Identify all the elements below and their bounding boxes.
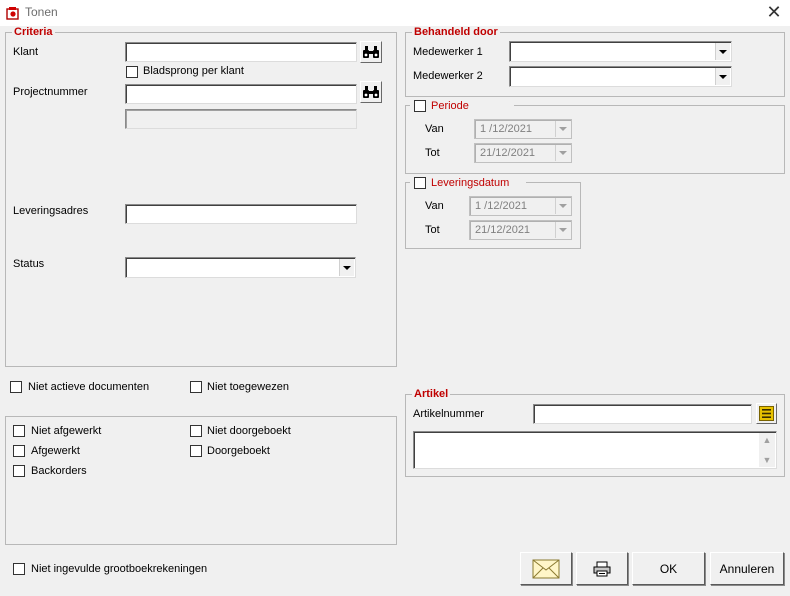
leveringsdatum-van-date: 1 /12/2021 [469,196,572,216]
projectnummer-input[interactable] [125,84,357,104]
leveringsdatum-van-label: Van [425,200,444,212]
artikel-lookup-button[interactable] [756,403,777,424]
medewerker1-label: Medewerker 1 [413,46,483,58]
leveringsdatum-checkbox[interactable] [414,177,426,189]
binoculars-icon [363,86,379,98]
artikelnummer-label: Artikelnummer [413,408,484,420]
bladsprong-label: Bladsprong per klant [143,65,244,77]
window-title: Tonen [25,5,58,19]
bladsprong-checkbox[interactable] [126,66,138,78]
niet-actieve-checkbox[interactable] [10,381,22,393]
chevron-down-icon[interactable] [715,43,730,60]
periode-tot-label: Tot [425,147,440,159]
scroll-down-icon[interactable]: ▼ [763,455,772,465]
chevron-down-icon [555,145,570,161]
status-select[interactable] [125,257,356,278]
criteria-legend: Criteria [14,26,53,38]
doorgeboekt-label: Doorgeboekt [207,445,270,457]
periode-checkbox[interactable] [414,100,426,112]
niet-ingevulde-label: Niet ingevulde grootboekrekeningen [31,563,208,575]
leveringsdatum-tot-date: 21/12/2021 [469,220,572,240]
afgewerkt-checkbox[interactable] [13,445,25,457]
leveringsdatum-van-value: 1 /12/2021 [475,200,527,212]
periode-legend: Periode [431,100,469,112]
niet-doorgeboekt-checkbox[interactable] [190,425,202,437]
artikel-description-area[interactable]: ▲ ▼ [413,431,777,469]
close-icon[interactable]: ✕ [764,2,784,23]
chevron-down-icon [555,222,570,238]
medewerker1-select[interactable] [509,41,732,62]
periode-van-label: Van [425,123,444,135]
artikel-legend: Artikel [414,388,449,400]
project-description-field [125,109,357,129]
mail-button[interactable] [520,552,572,585]
status-label: Status [13,258,45,270]
niet-actieve-label: Niet actieve documenten [28,381,150,393]
envelope-icon [532,559,560,578]
annuleren-button[interactable]: Annuleren [710,552,784,585]
niet-ingevulde-checkbox[interactable] [13,563,25,575]
klant-input[interactable] [125,42,357,62]
leveringsadres-label: Leveringsadres [13,205,89,217]
projectnummer-label: Projectnummer [13,86,88,98]
afgewerkt-label: Afgewerkt [31,445,80,457]
ok-button[interactable]: OK [632,552,705,585]
periode-van-date: 1 /12/2021 [474,119,572,139]
periode-tot-date: 21/12/2021 [474,143,572,163]
chevron-down-icon [555,121,570,137]
chevron-down-icon [555,198,570,214]
klant-label: Klant [13,46,39,58]
niet-afgewerkt-label: Niet afgewerkt [31,425,102,437]
klant-search-button[interactable] [360,41,382,63]
scroll-up-icon[interactable]: ▲ [763,435,772,445]
periode-tot-value: 21/12/2021 [480,147,536,159]
printer-icon [593,561,611,576]
medewerker2-select[interactable] [509,66,732,87]
behandeld-door-legend: Behandeld door [414,26,498,38]
scrollbar[interactable]: ▲ ▼ [759,433,775,467]
app-icon [6,6,20,20]
leveringsdatum-tot-value: 21/12/2021 [475,224,531,236]
leveringsdatum-tot-label: Tot [425,224,440,236]
chevron-down-icon[interactable] [339,259,354,276]
periode-van-value: 1 /12/2021 [480,123,532,135]
leveringsadres-input[interactable] [125,204,357,224]
backorders-label: Backorders [31,465,87,477]
medewerker2-label: Medewerker 2 [413,70,483,82]
print-button[interactable] [576,552,628,585]
criteria-group: Criteria [5,26,397,367]
doorgeboekt-checkbox[interactable] [190,445,202,457]
binoculars-icon [363,46,379,58]
backorders-checkbox[interactable] [13,465,25,477]
niet-doorgeboekt-label: Niet doorgeboekt [207,425,291,437]
niet-toegewezen-checkbox[interactable] [190,381,202,393]
projectnummer-search-button[interactable] [360,81,382,103]
niet-afgewerkt-checkbox[interactable] [13,425,25,437]
leveringsdatum-legend: Leveringsdatum [431,177,510,189]
title-bar [0,0,790,26]
chevron-down-icon[interactable] [715,68,730,85]
artikelnummer-input[interactable] [533,404,752,424]
list-lookup-icon [759,406,774,421]
niet-toegewezen-label: Niet toegewezen [207,381,289,393]
periode-group [405,105,785,174]
